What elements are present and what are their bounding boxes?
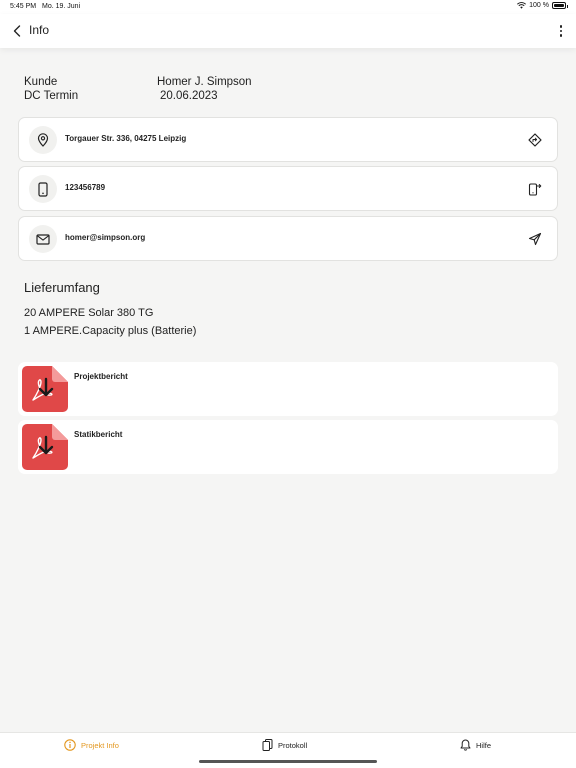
tab-protokoll[interactable]: Protokoll (262, 739, 307, 751)
scope-item: 20 AMPERE Solar 380 TG (24, 307, 154, 319)
send-icon (528, 232, 542, 246)
directions-button[interactable] (527, 132, 543, 148)
home-indicator[interactable] (199, 760, 377, 763)
back-button[interactable] (8, 21, 26, 41)
scope-title: Lieferumfang (24, 280, 100, 295)
document-label: Statikbericht (74, 430, 123, 439)
send-email-button[interactable] (527, 231, 543, 247)
chevron-left-icon (13, 25, 21, 37)
location-pin-icon (29, 126, 57, 154)
page-title: Info (29, 23, 50, 37)
more-dot-icon (559, 34, 563, 37)
tab-label: Hilfe (476, 740, 492, 750)
email-card[interactable]: homer@simpson.org (18, 216, 558, 261)
wifi-icon (517, 2, 527, 9)
tab-label: Protokoll (278, 740, 308, 750)
status-right: 100 % (517, 2, 568, 9)
scope-item: 1 AMPERE.Capacity plus (Batterie) (24, 325, 197, 337)
bell-icon (460, 739, 471, 751)
document-card-statikbericht[interactable]: Statikbericht (18, 420, 558, 474)
more-dot-icon (559, 29, 563, 33)
battery-icon (552, 2, 568, 9)
document-label: Projektbericht (74, 372, 128, 381)
envelope-icon (29, 225, 57, 253)
customer-info: Kunde Homer J. Simpson DC Termin 20.06.2… (24, 76, 324, 104)
customer-value: Homer J. Simpson (157, 76, 252, 88)
info-icon (64, 739, 76, 751)
status-time: 5:45 PM (10, 3, 37, 10)
email-text: homer@simpson.org (65, 233, 146, 242)
call-button[interactable] (527, 181, 543, 197)
customer-label: Kunde (24, 76, 58, 88)
documents-icon (262, 739, 273, 751)
directions-icon (528, 133, 542, 147)
status-bar: 5:45 PM Mo. 19. Juni 100 % (0, 0, 576, 14)
phone-text: 123456789 (65, 183, 106, 192)
battery-percent: 100 % (529, 2, 549, 9)
tab-projekt-info[interactable]: Projekt Info (64, 739, 119, 751)
navigation-bar: Info (0, 14, 576, 48)
tab-hilfe[interactable]: Hilfe (460, 739, 491, 751)
appointment-label: DC Termin (24, 90, 79, 102)
appointment-row: DC Termin 20.06.2023 (24, 90, 324, 104)
pdf-download-icon (22, 424, 68, 470)
address-text: Torgauer Str. 336, 04275 Leipzig (65, 134, 187, 143)
smartphone-icon (29, 175, 57, 203)
address-card[interactable]: Torgauer Str. 336, 04275 Leipzig (18, 117, 558, 162)
more-options-button[interactable] (556, 22, 566, 40)
phone-forward-icon (528, 183, 542, 196)
phone-card[interactable]: 123456789 (18, 166, 558, 211)
customer-row: Kunde Homer J. Simpson (24, 76, 324, 90)
tab-label: Projekt Info (81, 740, 119, 750)
appointment-value: 20.06.2023 (160, 90, 218, 102)
pdf-download-icon (22, 366, 68, 412)
more-dot-icon (559, 25, 563, 28)
document-card-projektbericht[interactable]: Projektbericht (18, 362, 558, 416)
status-date: Mo. 19. Juni (42, 3, 81, 10)
